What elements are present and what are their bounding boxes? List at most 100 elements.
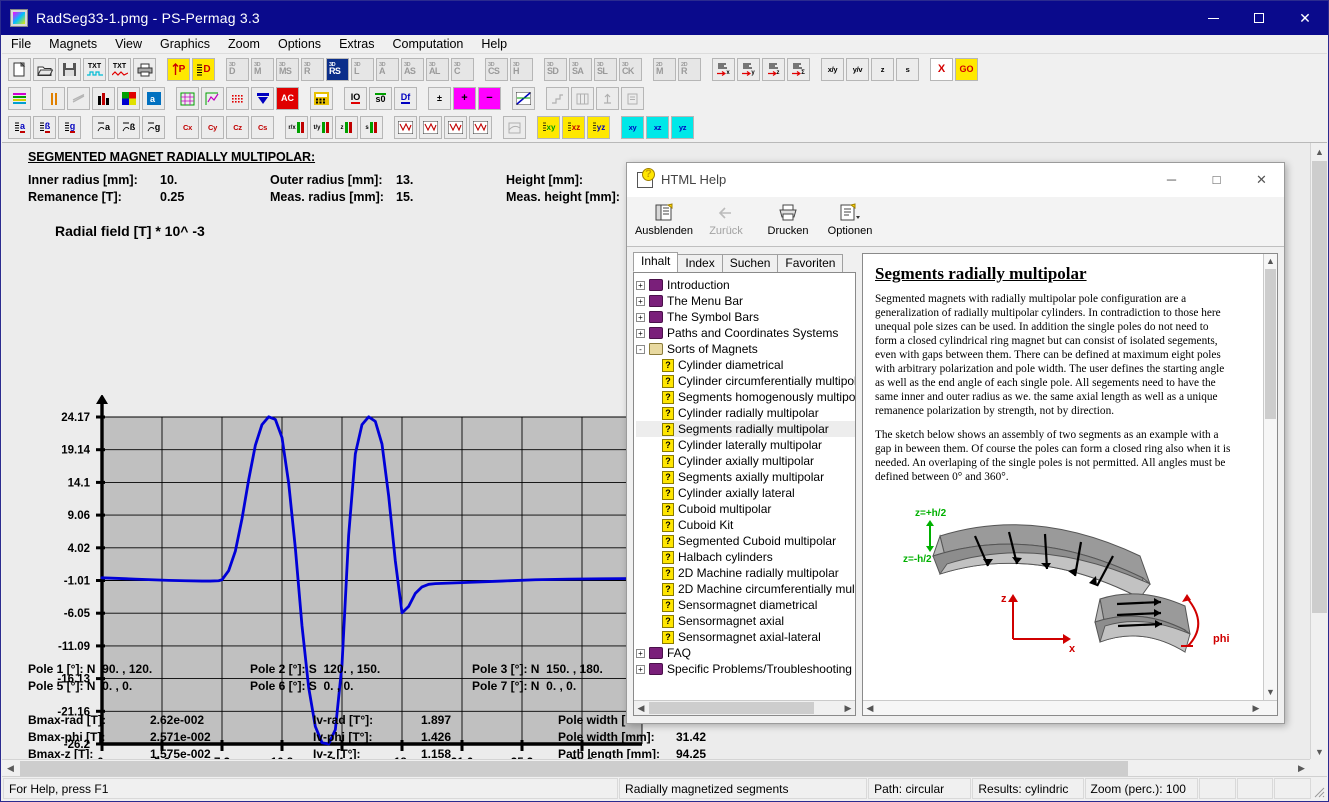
scroll-left-arrow[interactable]: ◀ xyxy=(2,760,19,776)
tab-favoriten[interactable]: Favoriten xyxy=(777,254,843,272)
path-x-icon[interactable]: x xyxy=(712,58,735,81)
vector-xy-icon[interactable]: xy xyxy=(621,116,644,139)
tree-item[interactable]: +The Menu Bar xyxy=(636,293,855,309)
tree-item[interactable]: ?2D Machine circumferentially multi xyxy=(636,581,855,597)
close-button[interactable]: ✕ xyxy=(1282,1,1328,35)
plus-minus-icon[interactable]: ± xyxy=(428,87,451,110)
magnet-3d-d-icon[interactable]: 3DD xyxy=(226,58,249,81)
dots-icon[interactable] xyxy=(226,87,249,110)
text-b-icon[interactable]: ß xyxy=(33,116,56,139)
bar-ty-icon[interactable]: t/y xyxy=(310,116,333,139)
page-icon[interactable] xyxy=(621,87,644,110)
cx-icon[interactable]: Cx xyxy=(176,116,199,139)
map-xy-icon[interactable]: xy xyxy=(537,116,560,139)
bar-s-icon[interactable]: s xyxy=(360,116,383,139)
tree-item[interactable]: ?Segmented Cuboid multipolar xyxy=(636,533,855,549)
import-txt-icon[interactable]: TXT xyxy=(83,58,106,81)
text-g-icon[interactable]: g xyxy=(58,116,81,139)
magnet-3d-cs-icon[interactable]: 3DCS xyxy=(485,58,508,81)
machine-2d-r-icon[interactable]: 2DR xyxy=(678,58,701,81)
align-icon[interactable] xyxy=(596,87,619,110)
s0-icon[interactable]: s0 xyxy=(369,87,392,110)
surface-icon[interactable] xyxy=(503,116,526,139)
color-table-icon[interactable] xyxy=(8,87,31,110)
help-scroll-right-arrow[interactable]: ▶ xyxy=(1249,701,1263,715)
lines-icon[interactable] xyxy=(67,87,90,110)
color-palette-icon[interactable] xyxy=(117,87,140,110)
options-button[interactable]: Optionen xyxy=(819,197,881,245)
expand-icon[interactable]: + xyxy=(636,281,645,290)
magnet-3d-h-icon[interactable]: 3DH xyxy=(510,58,533,81)
magnet-3d-r-icon[interactable]: 3DR xyxy=(301,58,324,81)
magnet-3d-rs-icon[interactable]: 3DRS xyxy=(326,58,349,81)
menu-view[interactable]: View xyxy=(106,36,151,52)
expand-icon[interactable]: + xyxy=(636,329,645,338)
menu-help[interactable]: Help xyxy=(472,36,516,52)
tree-item[interactable]: ?Cylinder axially lateral xyxy=(636,485,855,501)
vertical-scroll-thumb[interactable] xyxy=(1312,161,1327,613)
menu-magnets[interactable]: Magnets xyxy=(40,36,106,52)
annotation-icon[interactable]: a xyxy=(142,87,165,110)
scroll-up-arrow[interactable]: ▲ xyxy=(1311,143,1327,160)
text-a-icon[interactable]: a xyxy=(8,116,31,139)
magnet-3d-sd-icon[interactable]: 3DSD xyxy=(544,58,567,81)
tree-item[interactable]: ?Cylinder diametrical xyxy=(636,357,855,373)
tree-item[interactable]: ?Cylinder axially multipolar xyxy=(636,453,855,469)
print-icon[interactable] xyxy=(133,58,156,81)
save-file-icon[interactable] xyxy=(58,58,81,81)
help-content-vertical-scrollbar[interactable]: ▲ ▼ xyxy=(1263,254,1277,715)
funnel-icon[interactable] xyxy=(251,87,274,110)
magnet-3d-as-icon[interactable]: 3DAS xyxy=(401,58,424,81)
tab-inhalt[interactable]: Inhalt xyxy=(633,252,678,272)
parameters-icon[interactable]: P xyxy=(167,58,190,81)
go-icon[interactable]: GO xyxy=(955,58,978,81)
tree-item[interactable]: ?Cuboid Kit xyxy=(636,517,855,533)
resize-grip[interactable] xyxy=(1311,777,1327,800)
plot-s-icon[interactable] xyxy=(469,116,492,139)
cy-icon[interactable]: Cy xyxy=(201,116,224,139)
bar-chart-icon[interactable] xyxy=(92,87,115,110)
expand-icon[interactable]: + xyxy=(636,313,645,322)
tree-item[interactable]: +FAQ xyxy=(636,645,855,661)
magnet-3d-m-icon[interactable]: 3DM xyxy=(251,58,274,81)
tree-item[interactable]: ?2D Machine radially multipolar xyxy=(636,565,855,581)
cz-icon[interactable]: Cz xyxy=(226,116,249,139)
cancel-icon[interactable]: X xyxy=(930,58,953,81)
menu-options[interactable]: Options xyxy=(269,36,330,52)
tree-item[interactable]: ?Cuboid multipolar xyxy=(636,501,855,517)
tree-scroll-left-arrow[interactable]: ◀ xyxy=(634,701,648,715)
tree-item[interactable]: +Paths and Coordinates Systems xyxy=(636,325,855,341)
menu-extras[interactable]: Extras xyxy=(330,36,383,52)
help-maximize-button[interactable]: □ xyxy=(1194,163,1239,197)
curve-b-icon[interactable]: ß xyxy=(117,116,140,139)
tab-index[interactable]: Index xyxy=(677,254,722,272)
path-z-icon[interactable]: z xyxy=(762,58,785,81)
help-content-horizontal-scrollbar[interactable]: ◀ ▶ xyxy=(863,700,1277,715)
magnet-3d-l-icon[interactable]: 3DL xyxy=(351,58,374,81)
export-txt-icon[interactable]: TXT xyxy=(108,58,131,81)
tab-suchen[interactable]: Suchen xyxy=(722,254,779,272)
menu-graphics[interactable]: Graphics xyxy=(151,36,219,52)
io-icon[interactable]: IO xyxy=(344,87,367,110)
help-vertical-scroll-thumb[interactable] xyxy=(1265,269,1276,419)
path-y-icon[interactable]: y xyxy=(737,58,760,81)
grid-icon[interactable] xyxy=(176,87,199,110)
curve-a-icon[interactable]: a xyxy=(92,116,115,139)
field-z-icon[interactable]: z xyxy=(871,58,894,81)
autoscale-icon[interactable]: AC xyxy=(276,87,299,110)
tree-item[interactable]: ?Sensormagnet axial-lateral xyxy=(636,629,855,645)
maximize-button[interactable] xyxy=(1236,1,1282,35)
tree-item[interactable]: ?Cylinder radially multipolar xyxy=(636,405,855,421)
collapse-icon[interactable]: - xyxy=(636,345,645,354)
field-s-icon[interactable]: s xyxy=(896,58,919,81)
menu-computation[interactable]: Computation xyxy=(384,36,473,52)
document-vertical-scrollbar[interactable]: ▲ ▼ xyxy=(1310,143,1327,760)
open-file-icon[interactable] xyxy=(33,58,56,81)
map-yz-icon[interactable]: yz xyxy=(587,116,610,139)
axes-icon[interactable] xyxy=(201,87,224,110)
plot-z-icon[interactable] xyxy=(444,116,467,139)
bar-z-icon[interactable]: z xyxy=(335,116,358,139)
tree-item[interactable]: ?Cylinder circumferentially multipolar xyxy=(636,373,855,389)
plot-ty-icon[interactable] xyxy=(419,116,442,139)
step-icon[interactable] xyxy=(546,87,569,110)
